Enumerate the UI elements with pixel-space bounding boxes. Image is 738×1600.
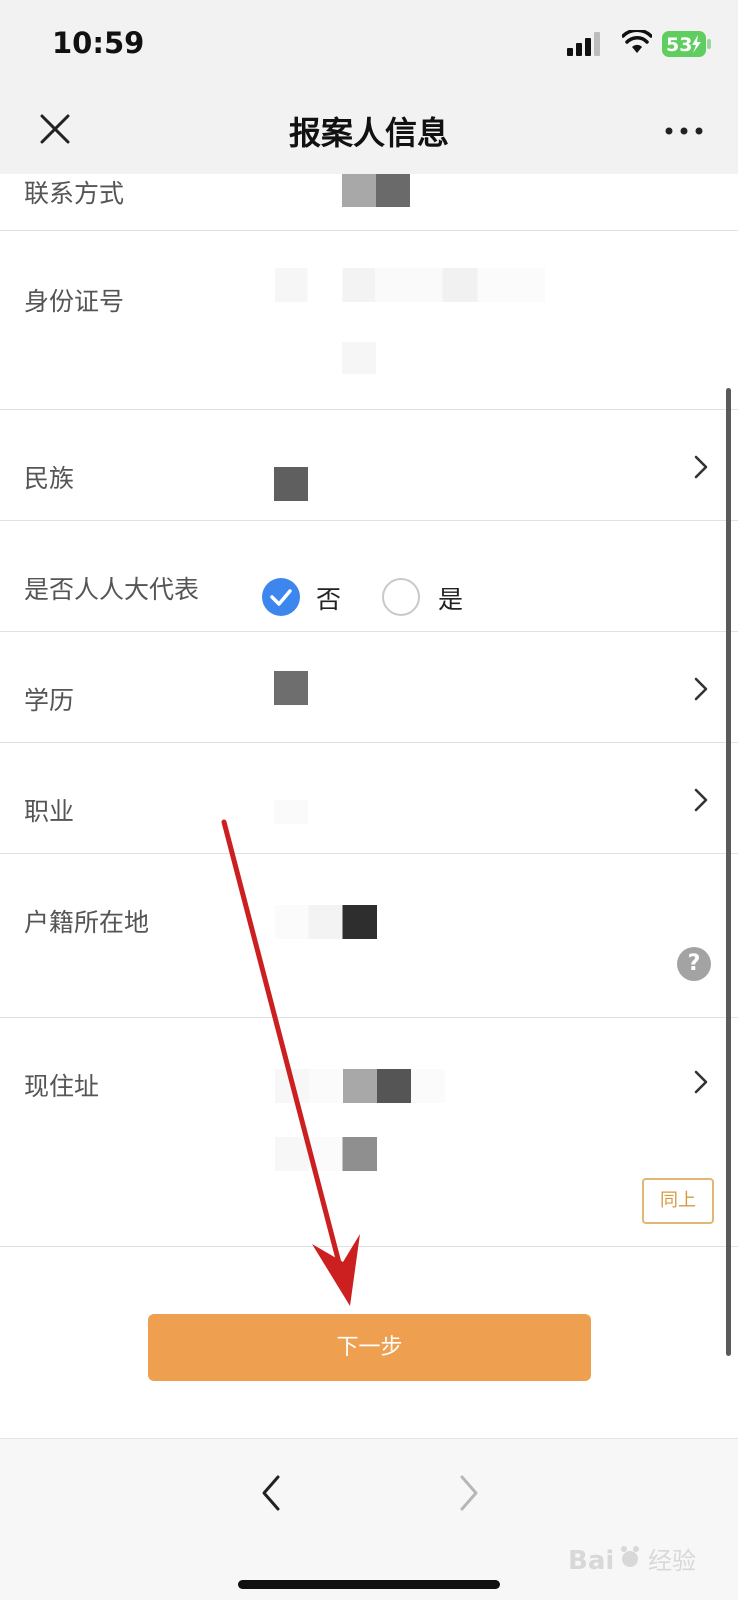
redacted-occupation (274, 800, 308, 824)
redacted-id-line2 (342, 342, 376, 374)
redacted-household (275, 905, 377, 939)
battery-level: 53 (666, 34, 692, 56)
watermark-text: Bai (568, 1546, 614, 1576)
contact-label: 联系方式 (24, 179, 125, 208)
chevron-right-icon[interactable] (692, 676, 710, 702)
same-as-above-button[interactable]: 同上 (642, 1178, 714, 1224)
watermark-logo: Bai 经验 (568, 1546, 696, 1576)
nav-bar: 报案人信息 (0, 90, 738, 174)
id-number-label: 身份证号 (24, 287, 125, 316)
check-icon (270, 589, 292, 606)
home-indicator (238, 1580, 500, 1589)
chevron-right-icon[interactable] (692, 454, 710, 480)
watermark-text-2: 经验 (648, 1547, 696, 1575)
household-row[interactable]: 户籍所在地 (0, 855, 738, 1018)
redacted-address (275, 1069, 445, 1103)
redacted-id (275, 268, 545, 302)
status-time: 10:59 (52, 26, 145, 60)
chevron-right-icon[interactable] (692, 1069, 710, 1095)
forward-arrow-icon[interactable] (456, 1473, 482, 1513)
npc-deputy-label: 是否人人大代表 (24, 575, 200, 604)
help-icon[interactable]: ? (677, 947, 711, 981)
redacted-contact (342, 174, 410, 207)
ethnicity-row[interactable]: 民族 (0, 411, 738, 521)
contact-row[interactable]: 联系方式 (0, 174, 738, 231)
address-row[interactable]: 现住址 (0, 1019, 738, 1247)
ethnicity-label: 民族 (24, 464, 75, 493)
cellular-signal-icon (567, 32, 600, 56)
address-label: 现住址 (24, 1072, 100, 1101)
next-step-button[interactable]: 下一步 (148, 1314, 591, 1381)
radio-yes-label[interactable]: 是 (438, 580, 463, 616)
scrollbar[interactable] (726, 388, 731, 1356)
radio-no-label[interactable]: 否 (316, 580, 341, 616)
occupation-row[interactable]: 职业 (0, 744, 738, 854)
household-label: 户籍所在地 (24, 908, 150, 937)
redacted-education (274, 671, 308, 705)
form-content: 联系方式 身份证号 民族 是否人人大代表 学历 职业 户籍所在地 现住址 (0, 174, 738, 1438)
page-title: 报案人信息 (288, 114, 449, 152)
redacted-ethnicity (274, 467, 308, 501)
npc-deputy-row: 是否人人大代表 (0, 522, 738, 632)
bottom-toolbar: Bai 经验 (0, 1438, 738, 1600)
back-arrow-icon[interactable] (258, 1473, 284, 1513)
id-number-row[interactable]: 身份证号 (0, 232, 738, 410)
radio-no-checked[interactable] (262, 578, 300, 616)
redacted-address-line2 (275, 1137, 377, 1171)
status-bar: 10:59 53 (0, 0, 738, 90)
wifi-icon (622, 30, 652, 53)
education-label: 学历 (24, 686, 75, 715)
more-options-icon[interactable] (664, 126, 704, 136)
occupation-label: 职业 (24, 797, 75, 826)
battery-icon: 53 (662, 31, 711, 57)
chevron-right-icon[interactable] (692, 787, 710, 813)
radio-yes-unchecked[interactable] (382, 578, 420, 616)
education-row[interactable]: 学历 (0, 633, 738, 743)
